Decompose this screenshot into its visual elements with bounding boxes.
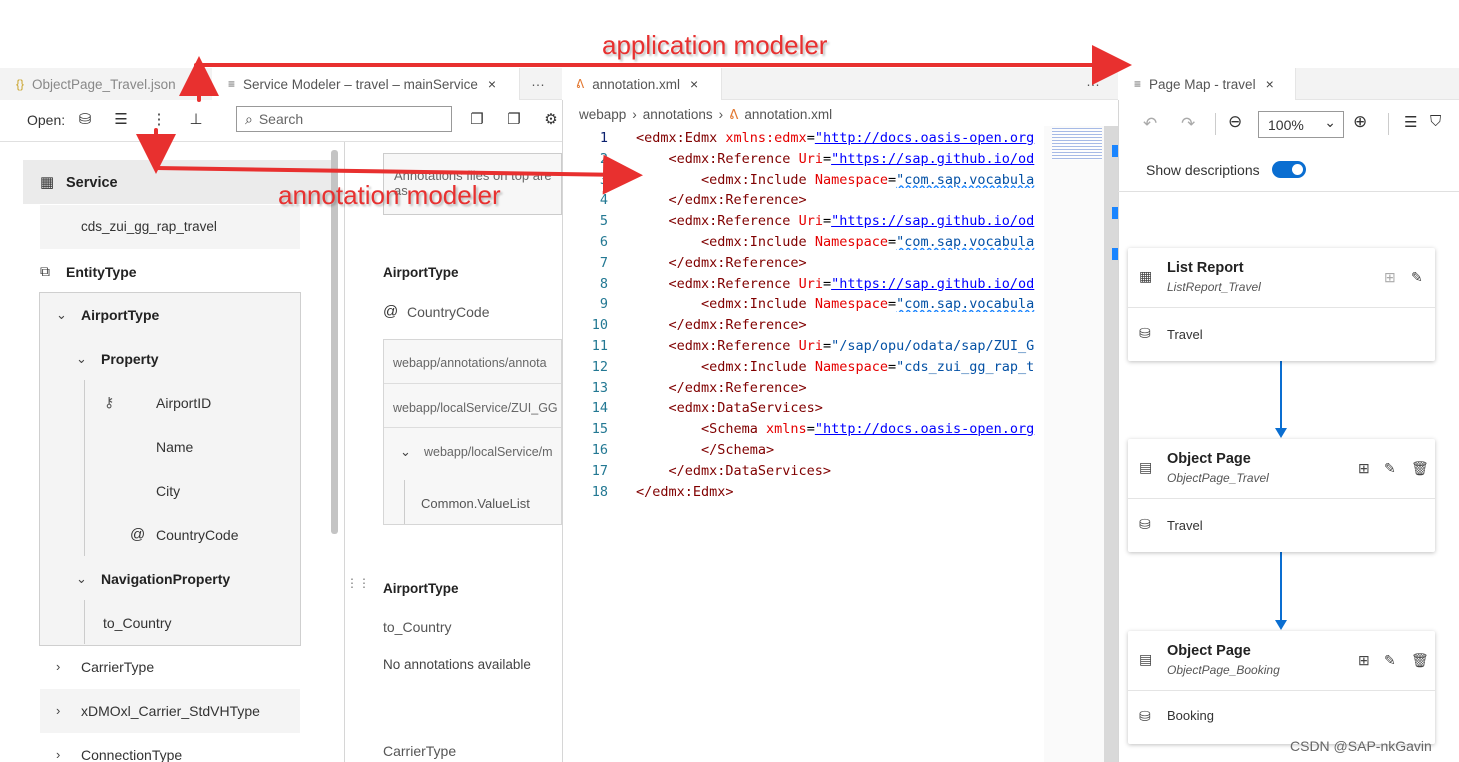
arrow-annotation-modeler	[154, 154, 643, 195]
screenshot-root: {} ObjectPage_Travel.json ≡ Service Mode…	[0, 0, 1459, 762]
label-annotation-modeler: annotation modeler	[278, 180, 501, 210]
annotation-arrows	[136, 45, 1132, 195]
label-application-modeler: application modeler	[602, 30, 828, 60]
